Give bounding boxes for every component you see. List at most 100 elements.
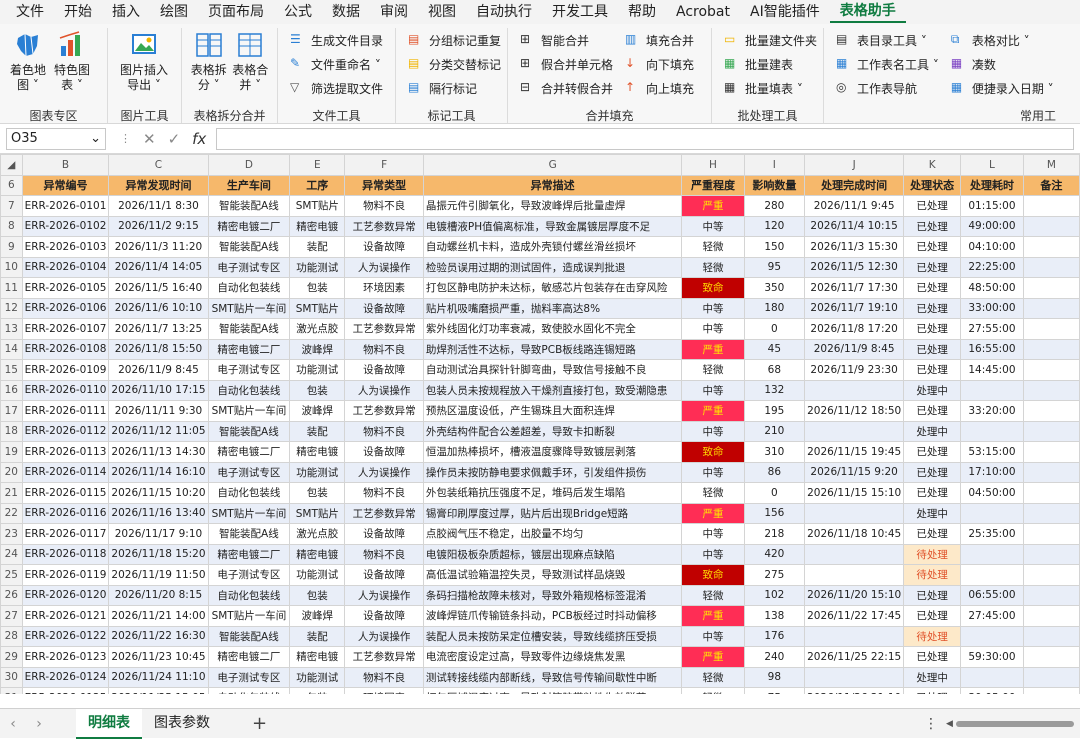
table-cell[interactable]: 2026/11/9 8:45 <box>108 359 209 381</box>
cancel-icon[interactable]: ✕ <box>143 130 156 148</box>
table-cell[interactable]: SMT贴片一车间 <box>207 605 291 627</box>
table-cell[interactable]: ERR-2026-0102 <box>21 215 110 237</box>
table-cell[interactable]: 2026/11/25 15:05 <box>108 687 209 694</box>
table-cell[interactable]: 156 <box>743 502 806 524</box>
table-cell[interactable]: 打包区静电防护未达标，敏感芯片包装存在击穿风险 <box>422 277 683 299</box>
column-header[interactable]: K <box>903 154 962 176</box>
table-cell[interactable]: 0 <box>743 482 806 504</box>
table-cell[interactable]: 电镀槽液PH值偏离标准，导致金属镀层厚度不足 <box>422 215 683 237</box>
table-cell[interactable]: ERR-2026-0116 <box>21 502 110 524</box>
menu-item[interactable]: 绘图 <box>150 0 198 24</box>
formula-input[interactable] <box>216 127 1074 150</box>
table-cell[interactable]: 电子测试专区 <box>207 461 291 483</box>
sum-match-button[interactable]: ▦ 凑数 <box>951 52 1054 76</box>
table-cell[interactable]: 已处理 <box>903 318 962 340</box>
column-header[interactable]: J <box>804 154 905 176</box>
column-header[interactable]: B <box>21 154 110 176</box>
table-cell[interactable]: ERR-2026-0112 <box>21 420 110 442</box>
horizontal-scrollbar[interactable]: ⋮ ◀ <box>924 716 1074 732</box>
table-cell[interactable]: 2026/11/8 17:20 <box>804 318 905 340</box>
table-cell[interactable]: 助焊剂活性不达标，导致PCB板线路连锡短路 <box>422 338 683 360</box>
table-cell[interactable]: 包装 <box>289 482 346 504</box>
row-number[interactable]: 26 <box>0 584 23 606</box>
table-cell[interactable]: 2026/11/15 15:10 <box>804 482 905 504</box>
table-cell[interactable]: 检验员误用过期的测试固件，造成误判批退 <box>422 256 683 278</box>
table-cell[interactable]: 已处理 <box>903 338 962 360</box>
table-cell[interactable]: 2026/11/1 9:45 <box>804 195 905 217</box>
table-cell[interactable]: 138 <box>743 605 806 627</box>
table-cell[interactable]: 已处理 <box>903 297 962 319</box>
menu-item[interactable]: Acrobat <box>666 0 740 24</box>
table-cell[interactable]: ERR-2026-0123 <box>21 646 110 668</box>
row-number[interactable]: 19 <box>0 441 23 463</box>
row-number[interactable]: 14 <box>0 338 23 360</box>
row-number[interactable]: 24 <box>0 543 23 565</box>
table-cell[interactable]: 精密电镀 <box>289 543 346 565</box>
table-cell[interactable]: 功能测试 <box>289 564 346 586</box>
table-cell[interactable] <box>1022 584 1080 606</box>
fake-merge-button[interactable]: ⊞ 假合并单元格 <box>520 52 613 76</box>
column-header[interactable]: I <box>743 154 806 176</box>
table-header-cell[interactable]: 异常类型 <box>344 174 424 196</box>
table-cell[interactable] <box>1022 379 1080 401</box>
table-cell[interactable]: 设备故障 <box>344 297 424 319</box>
table-cell[interactable] <box>960 420 1024 442</box>
fx-icon[interactable]: fx <box>192 130 206 148</box>
table-header-cell[interactable]: 影响数量 <box>743 174 806 196</box>
table-header-cell[interactable]: 生产车间 <box>207 174 291 196</box>
table-cell[interactable]: 智能装配A线 <box>207 420 291 442</box>
menu-item[interactable]: 文件 <box>6 0 54 24</box>
table-cell[interactable]: 30:05:00 <box>960 687 1024 694</box>
table-cell[interactable]: 严重 <box>681 605 745 627</box>
table-cell[interactable]: 2026/11/9 8:45 <box>804 338 905 360</box>
row-number[interactable]: 30 <box>0 666 23 688</box>
table-cell[interactable] <box>1022 297 1080 319</box>
table-cell[interactable]: SMT贴片 <box>289 297 346 319</box>
table-cell[interactable]: 27:45:00 <box>960 605 1024 627</box>
table-cell[interactable]: 预热区温度设低，产生锡珠且大面积连焊 <box>422 400 683 422</box>
table-cell[interactable]: 2026/11/5 12:30 <box>804 256 905 278</box>
table-cell[interactable]: 102 <box>743 584 806 606</box>
table-cell[interactable]: SMT贴片一车间 <box>207 297 291 319</box>
table-cell[interactable]: 自动化包装线 <box>207 277 291 299</box>
table-cell[interactable]: 中等 <box>681 297 745 319</box>
alternate-mark-button[interactable]: ▤ 分类交替标记 <box>408 52 501 76</box>
table-cell[interactable] <box>804 625 905 647</box>
table-cell[interactable]: SMT贴片一车间 <box>207 502 291 524</box>
table-cell[interactable]: 350 <box>743 277 806 299</box>
file-rename-button[interactable]: ✎ 文件重命名 ˅ <box>290 52 383 76</box>
row-number[interactable]: 12 <box>0 297 23 319</box>
table-cell[interactable] <box>960 502 1024 524</box>
table-cell[interactable]: 待处理 <box>903 625 962 647</box>
table-cell[interactable]: 自动化包装线 <box>207 687 291 694</box>
table-cell[interactable]: 2026/11/24 11:10 <box>108 666 209 688</box>
table-cell[interactable]: 16:55:00 <box>960 338 1024 360</box>
table-cell[interactable]: 点胶阀气压不稳定，出胶量不均匀 <box>422 523 683 545</box>
mark-duplicates-button[interactable]: ▤ 分组标记重复 <box>408 28 501 52</box>
table-cell[interactable] <box>804 666 905 688</box>
table-cell[interactable]: ERR-2026-0103 <box>21 236 110 258</box>
date-entry-button[interactable]: ▦ 便捷录入日期 ˅ <box>951 76 1054 100</box>
table-cell[interactable]: 0 <box>743 318 806 340</box>
table-cell[interactable]: ERR-2026-0110 <box>21 379 110 401</box>
table-cell[interactable] <box>804 420 905 442</box>
table-cell[interactable]: 致命 <box>681 441 745 463</box>
table-cell[interactable]: 物料不良 <box>344 420 424 442</box>
table-cell[interactable]: ERR-2026-0106 <box>21 297 110 319</box>
table-cell[interactable]: 17:10:00 <box>960 461 1024 483</box>
table-cell[interactable]: 包装 <box>289 277 346 299</box>
column-header[interactable]: L <box>960 154 1024 176</box>
table-cell[interactable]: 物料不良 <box>344 666 424 688</box>
row-number[interactable]: 31 <box>0 687 23 694</box>
menu-item[interactable]: 表格助手 <box>829 1 906 23</box>
table-cell[interactable]: 已处理 <box>903 605 962 627</box>
table-cell[interactable]: 严重 <box>681 502 745 524</box>
table-cell[interactable] <box>1022 359 1080 381</box>
table-cell[interactable]: 2026/11/18 15:20 <box>108 543 209 565</box>
table-cell[interactable]: 波峰焊 <box>289 605 346 627</box>
row-number[interactable]: 20 <box>0 461 23 483</box>
column-header[interactable]: C <box>108 154 209 176</box>
table-cell[interactable] <box>1022 256 1080 278</box>
table-cell[interactable]: 2026/11/22 16:30 <box>108 625 209 647</box>
table-header-cell[interactable]: 备注 <box>1022 174 1080 196</box>
